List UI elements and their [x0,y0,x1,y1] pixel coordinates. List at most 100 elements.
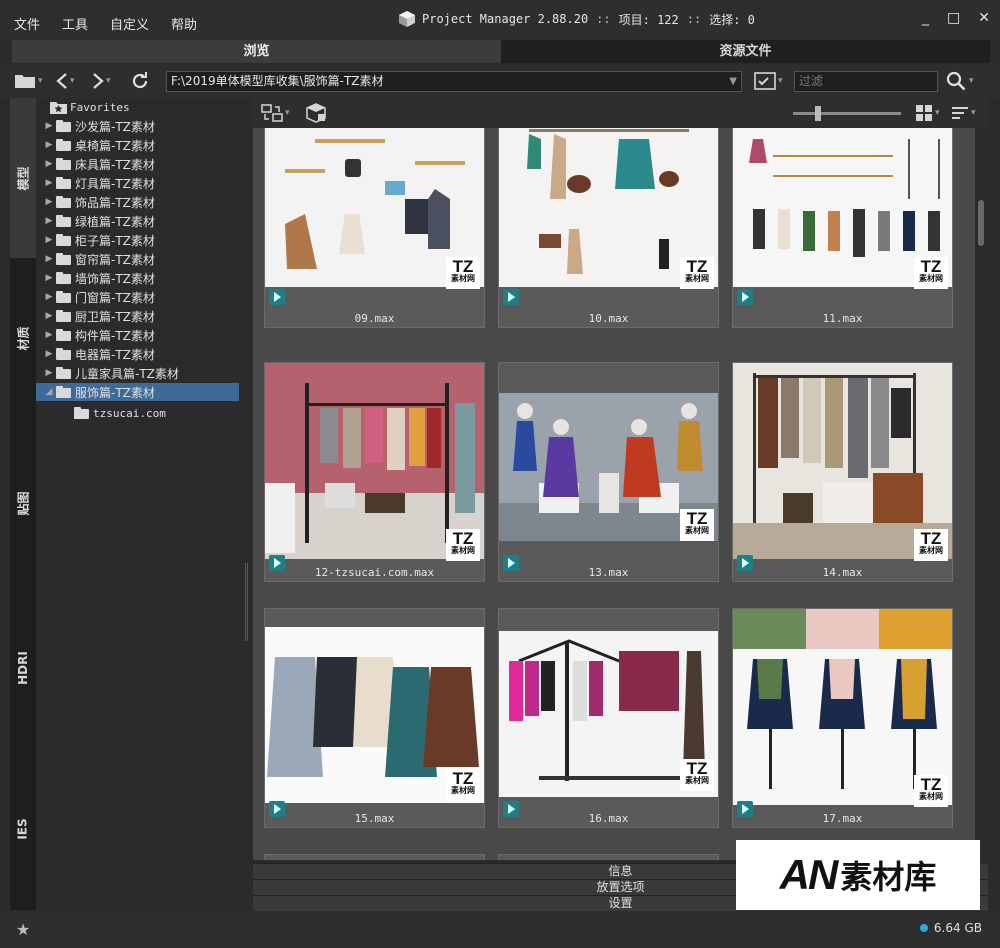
tree-item-label: 床具篇-TZ素材 [75,157,155,172]
tree-item-tzsucai[interactable]: tzsucai.com [36,404,241,422]
menu-bar: 文件 工具 自定义 帮助 [14,14,219,33]
folder-menu-button[interactable]: ▾ [14,70,43,92]
vertical-scrollbar[interactable] [975,128,988,860]
back-button[interactable]: ▾ [54,70,75,92]
chevron-right-icon[interactable]: ▶ [42,159,56,169]
tree-item[interactable]: ▶ 桌椅篇-TZ素材 [36,136,241,154]
menu-help[interactable]: 帮助 [171,14,197,33]
thumbnail-card[interactable] [264,854,485,860]
tree-item-label: 构件篇-TZ素材 [75,328,155,343]
tab-resource-files[interactable]: 资源文件 [501,40,990,63]
minimize-button[interactable]: _ [922,10,929,26]
chevron-right-icon[interactable]: ▶ [42,235,56,245]
folder-icon [56,120,72,132]
thumbnail-caption: 16.max [588,812,629,825]
tree-item[interactable]: ▶ 厨卫篇-TZ素材 [36,307,241,325]
thumbnail-caption: 13.max [588,566,629,579]
thumbnail-caption: 17.max [822,812,863,825]
menu-file[interactable]: 文件 [14,14,40,33]
chevron-right-icon[interactable]: ▶ [42,349,56,359]
tree-item[interactable]: ▶ 床具篇-TZ素材 [36,155,241,173]
tz-badge: TZ 素材网 [914,775,948,807]
chevron-right-icon[interactable]: ▶ [42,140,56,150]
thumbnail-card[interactable] [498,854,719,860]
close-button[interactable]: ✕ [978,10,990,26]
tree-item[interactable]: ▶ 门窗篇-TZ素材 [36,288,241,306]
sync-button[interactable]: ▾ [261,102,290,124]
vtab-textures[interactable]: 贴图 [10,418,36,588]
chevron-right-icon[interactable]: ▶ [42,254,56,264]
vtab-materials[interactable]: 材质 [10,258,36,418]
thumbnail-card[interactable]: TZ 素材网 13.max [498,362,719,582]
folder-tree: Favorites ▶ 沙发篇-TZ素材 ▶ 桌椅篇-TZ素材 ▶ 床具篇-TZ素材 ▶ 灯具… [36,98,241,910]
thumbnail-card[interactable]: TZ 素材网 12-tzsucai.com.max [264,362,485,582]
chevron-right-icon[interactable]: ▶ [42,368,56,378]
tree-item-label: 厨卫篇-TZ素材 [75,309,155,324]
thumbnail-card[interactable]: TZ 素材网 16.max [498,608,719,828]
app-name: Project Manager 2.88.20 [422,12,589,26]
tree-item[interactable]: ▶ 墙饰篇-TZ素材 [36,269,241,287]
tree-item[interactable]: ▶ 饰品篇-TZ素材 [36,193,241,211]
tree-item-label: 墙饰篇-TZ素材 [75,271,155,286]
tree-item[interactable]: ▶ 灯具篇-TZ素材 [36,174,241,192]
thumbnail-card[interactable]: TZ 素材网 17.max [732,608,953,828]
tree-item[interactable]: ▶ 绿植篇-TZ素材 [36,212,241,230]
forward-button[interactable]: ▾ [90,70,111,92]
tz-badge: TZ 素材网 [680,759,714,791]
tz-badge: TZ 素材网 [446,769,480,801]
tree-item[interactable]: ▶ 窗帘篇-TZ素材 [36,250,241,268]
scrollbar-thumb[interactable] [978,200,984,246]
tab-browse[interactable]: 浏览 [12,40,501,63]
window-title: Project Manager 2.88.20 :: 项目: 122 :: 选择… [398,10,755,28]
title-separator: :: [686,12,702,26]
chevron-right-icon[interactable]: ▶ [42,197,56,207]
chevron-right-icon[interactable]: ▶ [42,178,56,188]
chevron-down-icon[interactable]: ▼ [729,72,737,91]
tree-item[interactable]: ▶ 柜子篇-TZ素材 [36,231,241,249]
thumbnail-card[interactable]: TZ 素材网 15.max [264,608,485,828]
tz-badge: TZ 素材网 [680,257,714,289]
panel-splitter[interactable] [241,98,253,910]
checkbox-list-icon [754,72,776,90]
chevron-right-icon[interactable]: ▶ [42,216,56,226]
grid-icon [916,105,932,121]
slider-handle[interactable] [815,106,821,121]
sort-button[interactable]: ▾ [951,102,976,124]
menu-tools[interactable]: 工具 [62,14,88,33]
star-icon[interactable]: ★ [16,920,30,939]
menu-customize[interactable]: 自定义 [110,14,149,33]
filter-input[interactable]: 过滤 [794,71,938,92]
tree-item[interactable]: ▶ 儿童家具篇-TZ素材 [36,364,241,382]
tree-favorites[interactable]: Favorites [36,98,241,116]
vtab-models[interactable]: 模型 [10,98,36,258]
thumbnail-card[interactable]: TZ 素材网 10.max [498,128,719,328]
disk-status-icon [919,924,928,932]
path-field[interactable]: F:\2019单体模型库收集\服饰篇-TZ素材 ▼ [166,71,742,92]
chevron-right-icon[interactable]: ▶ [42,121,56,131]
tree-item[interactable]: ◢ 服饰篇-TZ素材 [36,383,239,401]
tree-item[interactable]: ▶ 沙发篇-TZ素材 [36,117,241,135]
thumbnail-card[interactable]: TZ 素材网 11.max [732,128,953,328]
filter-toggle-button[interactable]: ▾ [754,70,783,92]
thumbnail-card[interactable]: TZ 素材网 09.max [264,128,485,328]
chevron-right-icon[interactable]: ▶ [42,292,56,302]
chevron-right-icon[interactable]: ▶ [42,311,56,321]
chevron-right-icon[interactable]: ▶ [42,330,56,340]
chevron-right-icon[interactable]: ▶ [42,273,56,283]
thumbnail-grid: TZ 素材网 09.max TZ 素材网 10.max TZ 素材网 11.ma… [253,128,975,860]
tree-item[interactable]: ▶ 构件篇-TZ素材 [36,326,241,344]
folder-icon [56,348,72,360]
maximize-button[interactable]: □ [947,10,960,26]
place-model-button[interactable] [305,102,327,124]
thumbnail-card[interactable]: TZ 素材网 14.max [732,362,953,582]
view-mode-button[interactable]: ▾ [915,102,940,124]
chevron-down-icon[interactable]: ◢ [42,387,56,397]
vtab-hdri[interactable]: HDRI [10,588,36,748]
thumbnail-caption: 15.max [354,812,395,825]
tree-item[interactable]: ▶ 电器篇-TZ素材 [36,345,241,363]
thumbnail-size-slider[interactable] [793,106,901,121]
refresh-button[interactable] [130,70,150,92]
max-file-icon [503,289,519,305]
vtab-ies[interactable]: IES [10,748,36,910]
search-button[interactable]: ▾ [946,70,974,92]
